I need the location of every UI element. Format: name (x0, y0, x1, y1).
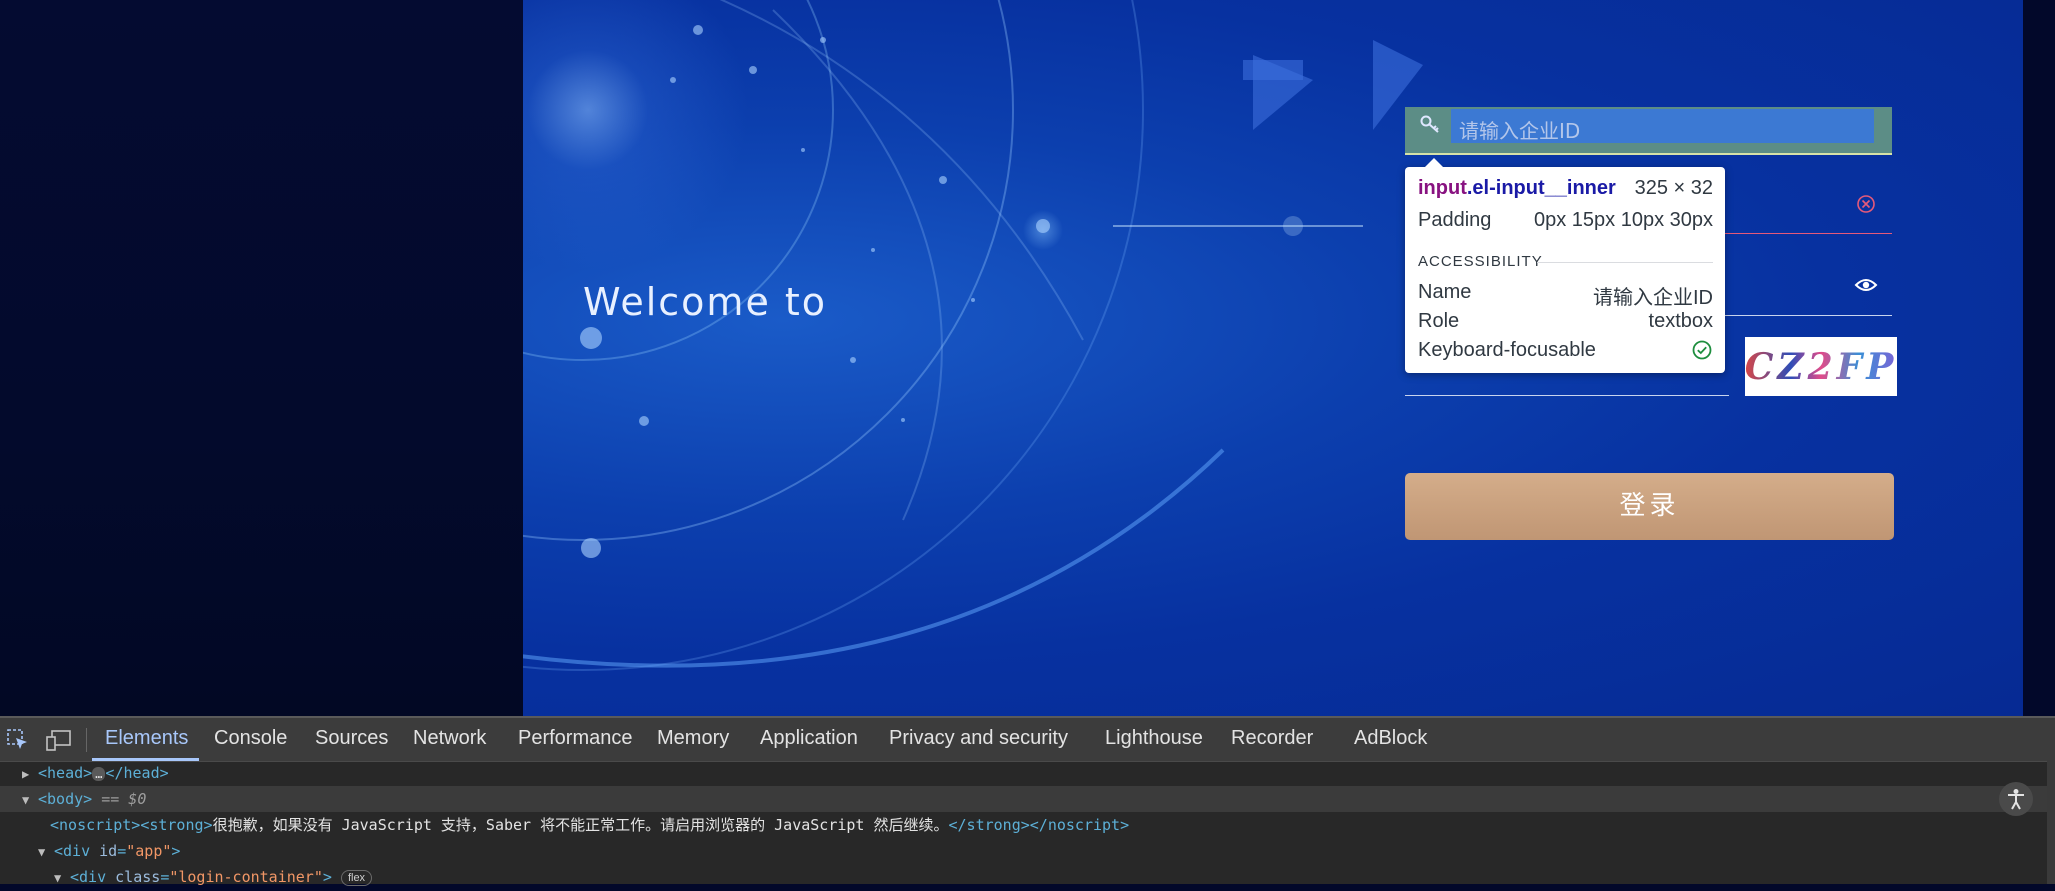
enterprise-id-field[interactable]: 请输入企业ID (1405, 107, 1892, 155)
check-circle-icon (1691, 339, 1713, 367)
flex-badge[interactable]: flex (340, 869, 373, 886)
right-edge (2023, 0, 2055, 716)
tab-adblock[interactable]: AdBlock (1354, 727, 1427, 750)
inspect-tooltip: input.el-input__inner 325 × 32 Padding 0… (1405, 158, 1725, 373)
tooltip-selector-row: input.el-input__inner 325 × 32 (1418, 177, 1713, 200)
tab-privacy-security[interactable]: Privacy and security (889, 727, 1068, 750)
collapse-triangle-icon[interactable]: ▼ (38, 839, 54, 865)
field-underline (1405, 153, 1892, 155)
devtools-scrollbar[interactable] (2047, 760, 2055, 884)
tooltip-arrow (1425, 158, 1443, 167)
captcha-text: CZ2FP (1744, 345, 1898, 388)
dom-tree: ▶ <head>… </head> ▼ <body> == $0 <noscript>… (0, 760, 2055, 886)
focusable-label: Keyboard-focusable (1418, 339, 1596, 361)
login-button[interactable]: 登录 (1405, 473, 1894, 540)
collapsed-badge[interactable]: … (92, 766, 106, 781)
tab-sources[interactable]: Sources (315, 727, 388, 750)
devtools-tabbar: Elements Console Sources Network Perform… (0, 716, 2055, 762)
dom-node-head[interactable]: ▶ <head>… </head> (0, 760, 2055, 786)
tooltip-name-row: Name 请输入企业ID (1418, 281, 1713, 310)
left-dark-panel (0, 0, 523, 716)
role-label: Role (1418, 310, 1460, 332)
eye-icon[interactable] (1854, 276, 1878, 299)
tab-memory[interactable]: Memory (657, 727, 729, 750)
name-value: 请输入企业ID (1593, 287, 1713, 309)
toolbar-separator (86, 728, 87, 752)
tab-performance[interactable]: Performance (518, 727, 633, 750)
inspect-element-icon[interactable] (6, 728, 30, 757)
tab-network[interactable]: Network (413, 727, 486, 750)
tooltip-role-row: Role textbox (1418, 310, 1713, 333)
captcha-image[interactable]: CZ2FP (1745, 337, 1897, 396)
page-viewport: Welcome to 请输入企业ID CZ2FP 登录 input.el-inp… (0, 0, 2055, 716)
tab-application[interactable]: Application (760, 727, 858, 750)
devtools-panel: Elements Console Sources Network Perform… (0, 716, 2055, 886)
clear-error-icon[interactable] (1856, 194, 1876, 219)
tab-lighthouse[interactable]: Lighthouse (1105, 727, 1203, 750)
tooltip-dimensions: 325 × 32 (1634, 177, 1713, 199)
tooltip-padding-row: Padding 0px 15px 10px 30px (1418, 209, 1713, 232)
enterprise-id-placeholder: 请输入企业ID (1459, 119, 1581, 143)
padding-value: 0px 15px 10px 30px (1533, 209, 1713, 231)
collapse-triangle-icon[interactable]: ▼ (54, 865, 70, 891)
accessibility-divider (1537, 262, 1713, 263)
accessibility-button[interactable] (1999, 782, 2033, 816)
expand-triangle-icon[interactable]: ▶ (22, 761, 38, 787)
padding-label: Padding (1418, 209, 1492, 231)
role-value: textbox (1648, 310, 1713, 332)
tooltip-class: .el-input__inner (1466, 177, 1616, 199)
dom-node-body[interactable]: ▼ <body> == $0 (0, 786, 2055, 812)
device-toolbar-icon[interactable] (46, 728, 72, 757)
dom-node-app[interactable]: ▼ <div id="app"> (0, 838, 2055, 864)
dom-node-login-container[interactable]: ▼ <div class="login-container"> flex (0, 864, 2055, 890)
tab-elements[interactable]: Elements (105, 727, 188, 750)
name-label: Name (1418, 281, 1472, 303)
tab-recorder[interactable]: Recorder (1231, 727, 1313, 750)
field-underline (1405, 395, 1729, 396)
tooltip-focusable-row: Keyboard-focusable (1418, 339, 1713, 367)
welcome-heading: Welcome to (583, 280, 828, 324)
tab-console[interactable]: Console (214, 727, 287, 750)
key-icon (1419, 113, 1441, 140)
collapse-triangle-icon[interactable]: ▼ (22, 787, 38, 813)
accessibility-title: ACCESSIBILITY (1418, 253, 1543, 270)
tooltip-tag: input (1418, 177, 1467, 199)
dom-node-noscript[interactable]: <noscript><strong>很抱歉，如果没有 JavaScript 支持… (0, 812, 2055, 838)
